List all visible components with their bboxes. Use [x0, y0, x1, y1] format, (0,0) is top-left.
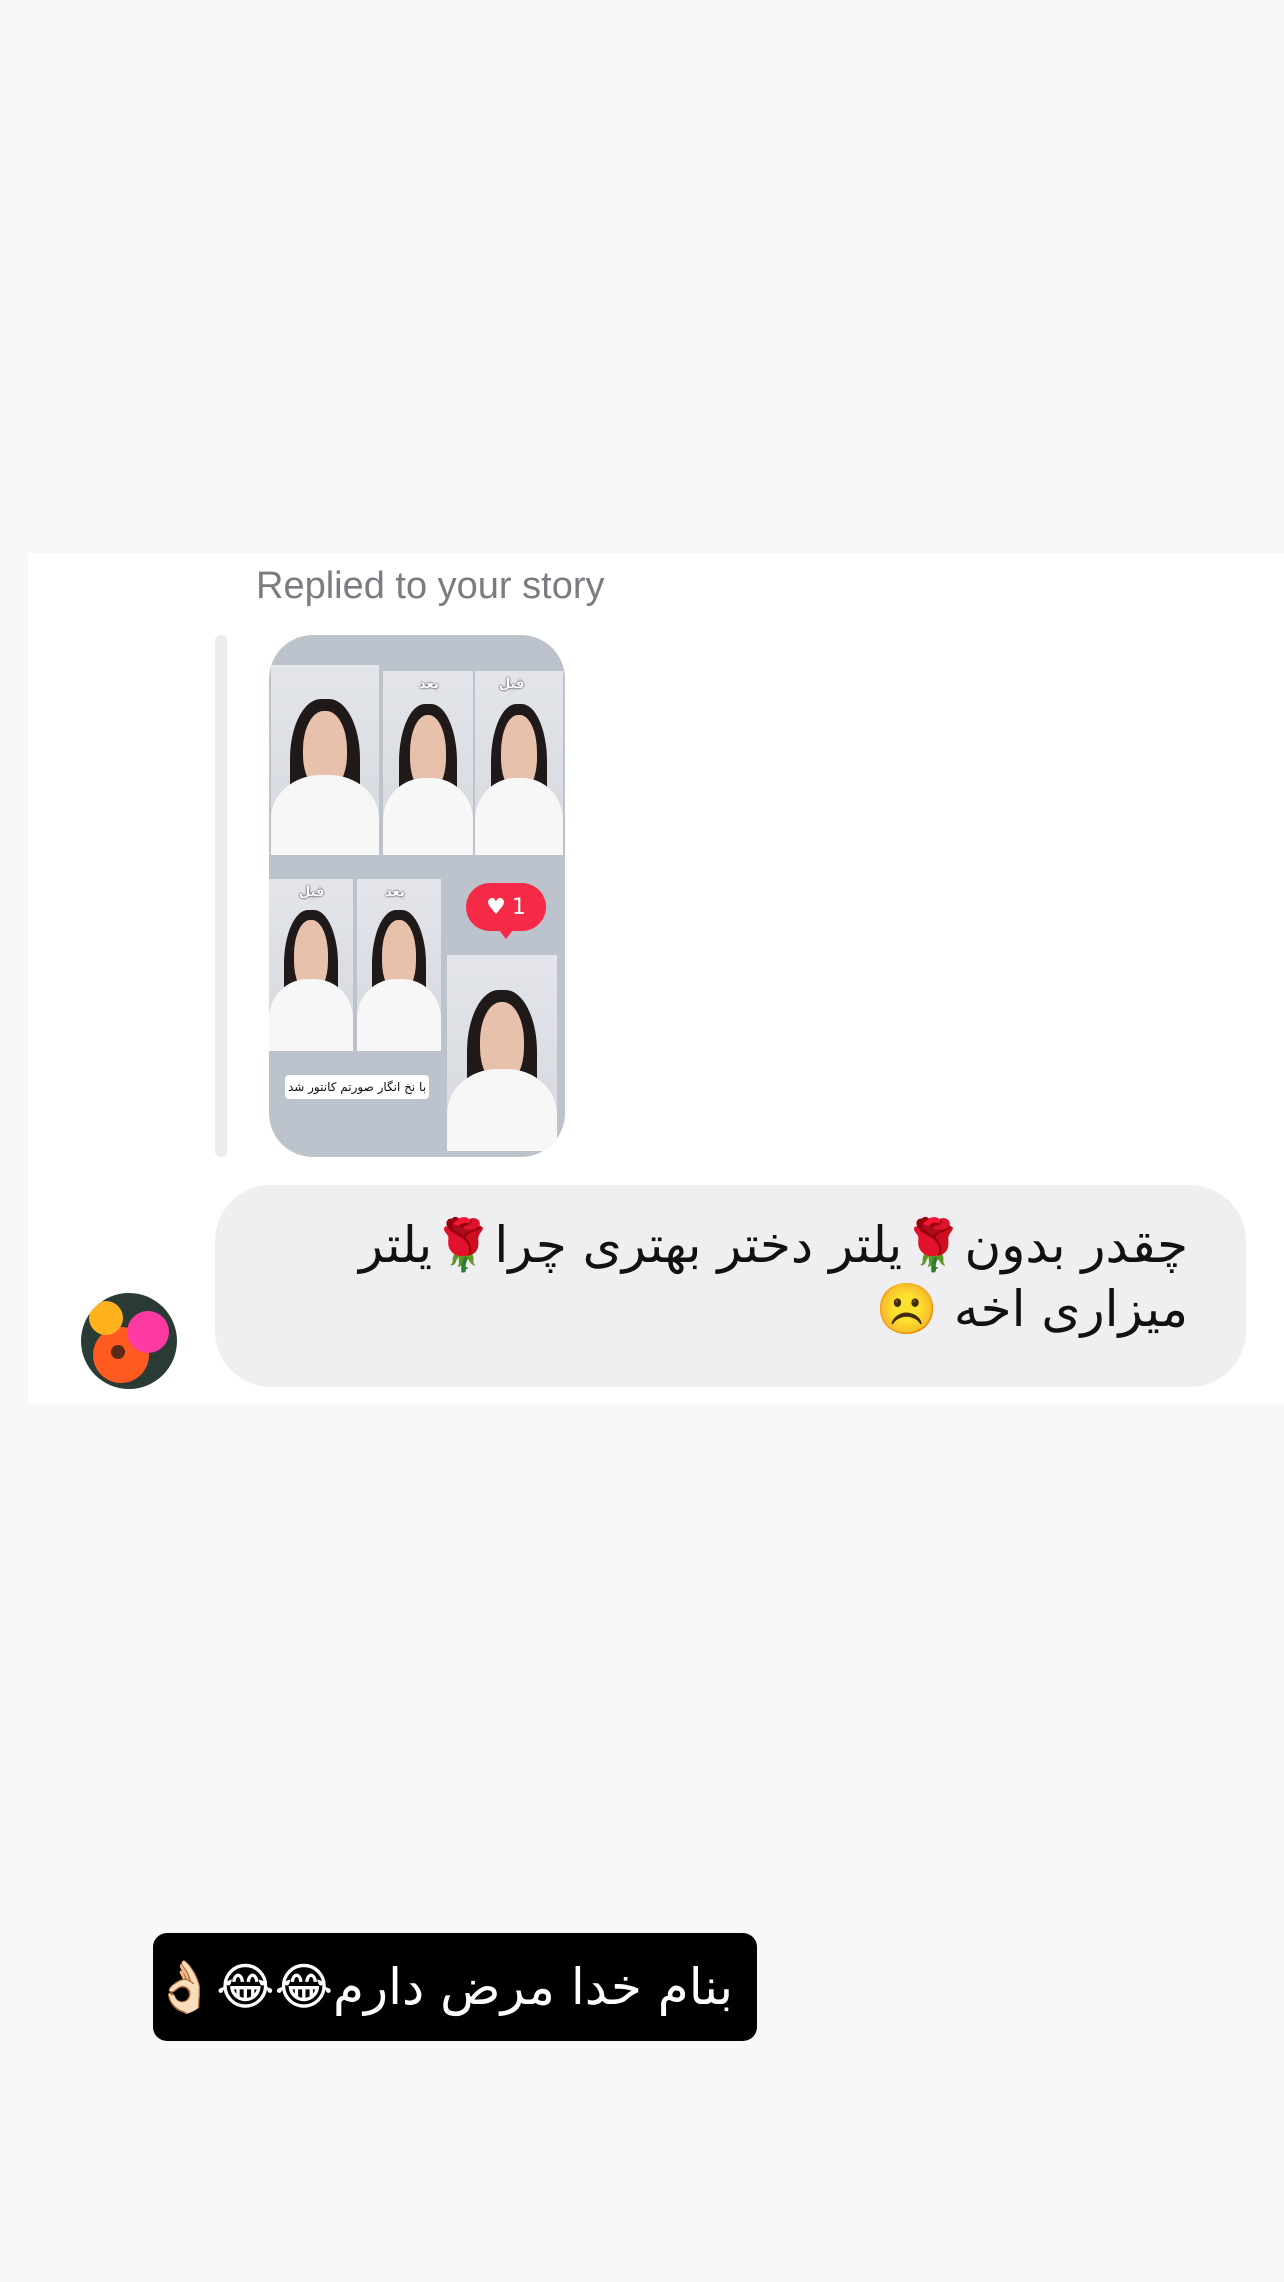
sender-avatar[interactable]: [81, 1293, 177, 1389]
received-message-bubble[interactable]: چقدر بدون🌹یلتر دختر بهتری چرا🌹یلتر میزار…: [215, 1185, 1246, 1387]
message-text: چقدر بدون🌹یلتر دختر بهتری چرا🌹یلتر میزار…: [358, 1216, 1188, 1338]
video-caption-overlay: بنام خدا مرض دارم😂😂👌🏻: [153, 1933, 757, 2041]
story-label-after: بعد: [419, 677, 439, 692]
story-photo: [447, 955, 557, 1151]
story-like-badge: ♥ 1: [466, 883, 546, 939]
story-photo: بعد: [357, 879, 441, 1051]
story-label-before: قبل: [499, 677, 525, 692]
story-preview-thumbnail[interactable]: بعد قبل قبل بعد ♥ 1 با نخ انگار صورتم کا…: [269, 635, 565, 1157]
story-photo: [271, 665, 379, 855]
story-label-after: بعد: [385, 885, 405, 900]
like-count: 1: [511, 894, 526, 920]
heart-icon: ♥: [486, 894, 506, 920]
reply-quote-bar: [215, 635, 227, 1157]
story-caption: با نخ انگار صورتم کانتور شد: [285, 1075, 429, 1099]
story-reply-thread: Replied to your story بعد قبل قبل بعد ♥: [28, 553, 1284, 1404]
story-photo: قبل: [475, 671, 563, 855]
story-label-before: قبل: [299, 885, 325, 900]
story-photo: قبل: [269, 879, 353, 1051]
story-photo: بعد: [383, 671, 473, 855]
replied-to-story-label: Replied to your story: [256, 565, 605, 607]
